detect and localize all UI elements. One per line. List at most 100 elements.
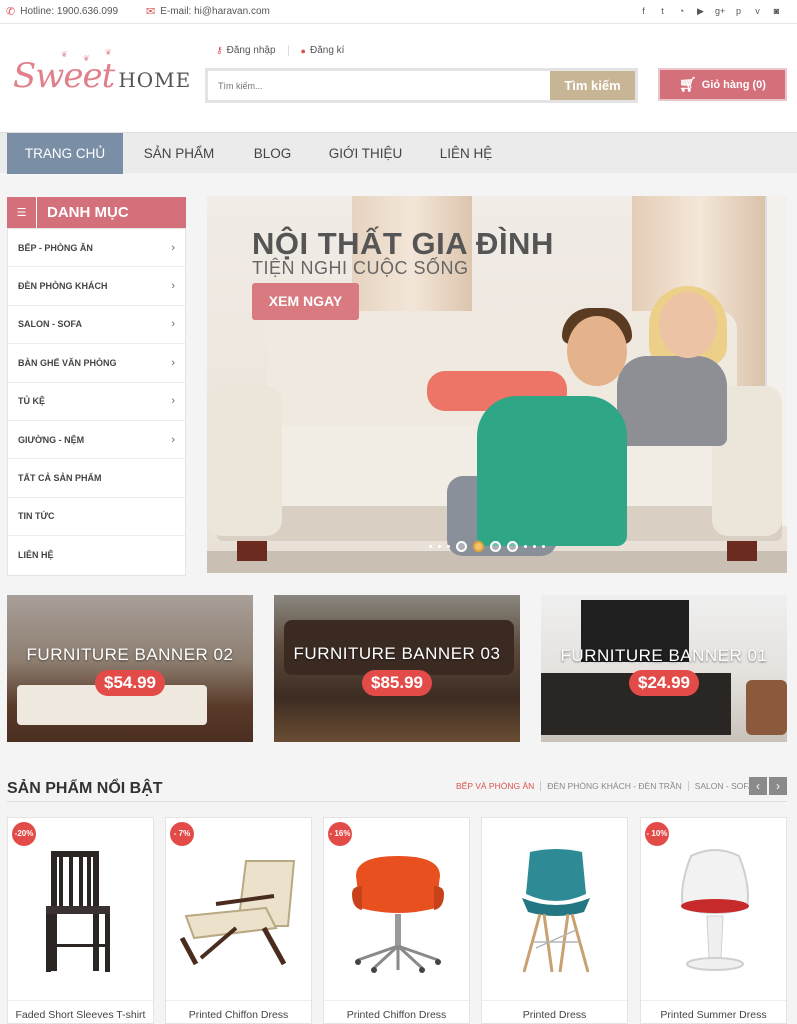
category-item[interactable]: TIN TỨC	[8, 498, 185, 537]
hero-subtitle: TIỆN NGHI CUỘC SỐNG	[252, 258, 469, 278]
chevron-right-icon: ›	[171, 318, 175, 331]
logo-script: Sweet	[13, 56, 115, 96]
person-head	[659, 292, 717, 358]
product-name[interactable]: Printed Dress	[482, 1009, 627, 1021]
search-box: Tìm kiếm	[205, 68, 638, 103]
discount-badge: - 16%	[328, 822, 352, 846]
main-nav: TRANG CHỦ SẢN PHẨM BLOG GIỚI THIỆU LIÊN …	[0, 132, 797, 174]
nav-item-home[interactable]: TRANG CHỦ	[7, 133, 123, 174]
sofa-leg	[727, 539, 757, 561]
instagram-icon[interactable]: ◙	[772, 6, 781, 16]
slider-dot[interactable]	[456, 541, 467, 552]
slider-dot[interactable]	[507, 541, 518, 552]
nav-item-contact[interactable]: LIÊN HỆ	[428, 133, 504, 174]
product-name[interactable]: Printed Summer Dress	[641, 1009, 786, 1021]
promo-banner[interactable]: FURNITURE BANNER 03 $85.99	[274, 595, 520, 742]
promo-banner[interactable]: FURNITURE BANNER 02 $54.99	[7, 595, 253, 742]
banner-label: FURNITURE BANNER 02	[26, 645, 234, 664]
logo[interactable]: Sweet HOME ❦ ❦ ❦	[13, 48, 192, 96]
category-label: ĐÈN PHÒNG KHÁCH	[18, 281, 108, 292]
sofa-arm	[207, 386, 282, 536]
tab-kitchen[interactable]: BẾP VÀ PHÒNG ĂN	[456, 781, 540, 791]
slider-dot-active[interactable]	[473, 541, 484, 552]
register-label: Đăng kí	[309, 45, 345, 56]
category-item[interactable]: SALON - SOFA ›	[8, 306, 185, 345]
slider-dot[interactable]	[490, 541, 501, 552]
nav-item-blog[interactable]: BLOG	[240, 133, 305, 174]
eames-chair-icon	[522, 849, 590, 973]
vimeo-icon[interactable]: v	[753, 6, 762, 16]
chevron-right-icon: ›	[171, 241, 175, 254]
tab-lighting[interactable]: ĐÈN PHÒNG KHÁCH - ĐÈN TRẦN	[540, 781, 687, 791]
category-label: SALON - SOFA	[18, 319, 83, 330]
slider-dot-small	[438, 545, 441, 548]
hero-slider[interactable]: NỘI THẤT GIA ĐÌNH TIỆN NGHI CUỘC SỐNG XE…	[207, 196, 787, 573]
promo-banner[interactable]: FURNITURE BANNER 01 $24.99	[541, 595, 787, 742]
product-card[interactable]: Printed Dress	[481, 817, 628, 1024]
prev-arrow-button[interactable]: ‹	[749, 777, 767, 795]
card-divider	[641, 1000, 786, 1001]
rss-icon[interactable]: ◔	[677, 6, 686, 16]
user-icon: ●	[300, 45, 306, 56]
slider-dot-small	[524, 545, 527, 548]
category-list: BẾP - PHÒNG ĂN › ĐÈN PHÒNG KHÁCH › SALON -…	[7, 228, 186, 576]
category-item[interactable]: GIƯỜNG - NỆM ›	[8, 421, 185, 460]
nav-item-products[interactable]: SẢN PHẨM	[129, 133, 229, 174]
category-label: BÀN GHẾ VĂN PHÒNG	[18, 357, 117, 368]
chair-shape	[746, 680, 787, 735]
google-plus-icon[interactable]: g+	[715, 6, 725, 16]
category-item[interactable]: TẤT CẢ SẢN PHẨM	[8, 459, 185, 498]
facebook-icon[interactable]: f	[639, 6, 648, 16]
login-label: Đăng nhập	[226, 45, 276, 56]
featured-divider	[7, 801, 787, 802]
youtube-icon[interactable]: ▶	[696, 6, 705, 16]
category-label: BẾP - PHÒNG ĂN	[18, 242, 93, 253]
pinterest-icon[interactable]: p	[734, 6, 743, 16]
key-icon: ⚷	[216, 45, 223, 55]
card-divider	[482, 1000, 627, 1001]
product-card[interactable]: - 16% Printed Chiffon Dress	[323, 817, 470, 1024]
person-head	[567, 316, 627, 386]
slider-dots	[429, 541, 545, 552]
category-item[interactable]: BẾP - PHÒNG ĂN ›	[8, 229, 185, 268]
search-input[interactable]	[218, 78, 538, 94]
tulip-chair-icon	[681, 849, 749, 971]
category-item[interactable]: LIÊN HỆ	[8, 536, 185, 574]
category-label: TIN TỨC	[18, 511, 55, 522]
category-item[interactable]: TỦ KỆ ›	[8, 383, 185, 421]
category-label: TỦ KỆ	[18, 396, 45, 407]
nav-item-about[interactable]: GIỚI THIỆU	[318, 133, 413, 174]
butterfly-icon: ❦	[61, 50, 68, 59]
product-name[interactable]: Printed Chiffon Dress	[166, 1009, 311, 1021]
auth-links: ⚷ Đăng nhập ● Đăng kí	[216, 45, 356, 56]
next-arrow-button[interactable]: ›	[769, 777, 787, 795]
register-link[interactable]: ● Đăng kí	[287, 45, 357, 56]
email[interactable]: ✉ E-mail: hi@haravan.com	[146, 6, 270, 17]
chevron-right-icon: ›	[171, 433, 175, 446]
product-name[interactable]: Faded Short Sleeves T-shirt	[8, 1009, 153, 1021]
list-icon: ☰	[7, 197, 37, 228]
cart-label: Giỏ hàng (0)	[701, 78, 766, 91]
butterfly-icon: ❦	[105, 48, 112, 57]
discount-badge: -20%	[12, 822, 36, 846]
product-card[interactable]: -20% Faded Short Sleeves T-shirt	[7, 817, 154, 1024]
header: Sweet HOME ❦ ❦ ❦ ⚷ Đăng nhập ● Đăng kí T…	[0, 24, 797, 132]
product-name[interactable]: Printed Chiffon Dress	[324, 1009, 469, 1021]
butterfly-icon: ❦	[83, 54, 90, 63]
envelope-icon: ✉	[146, 5, 156, 18]
sofa-leg	[237, 539, 267, 561]
login-link[interactable]: ⚷ Đăng nhập	[216, 45, 288, 56]
product-card[interactable]: - 7% Printed Chiffon Dress	[165, 817, 312, 1024]
category-item[interactable]: BÀN GHẾ VĂN PHÒNG ›	[8, 344, 185, 383]
search-button[interactable]: Tìm kiếm	[550, 71, 635, 100]
logo-word: HOME	[118, 68, 192, 92]
hero-title: NỘI THẤT GIA ĐÌNH	[252, 226, 554, 261]
slider-dot-small	[542, 545, 545, 548]
product-card[interactable]: - 10% Printed Summer Dress	[640, 817, 787, 1024]
twitter-icon[interactable]: t	[658, 6, 667, 16]
cart-button[interactable]: 🛒︎ Giỏ hàng (0)	[658, 68, 787, 101]
category-item[interactable]: ĐÈN PHÒNG KHÁCH ›	[8, 267, 185, 306]
slider-dot-small	[429, 545, 432, 548]
hero-cta-button[interactable]: XEM NGAY	[252, 283, 359, 320]
top-bar: ✆ Hotline: 1900.636.099 ✉ E-mail: hi@har…	[0, 0, 797, 24]
